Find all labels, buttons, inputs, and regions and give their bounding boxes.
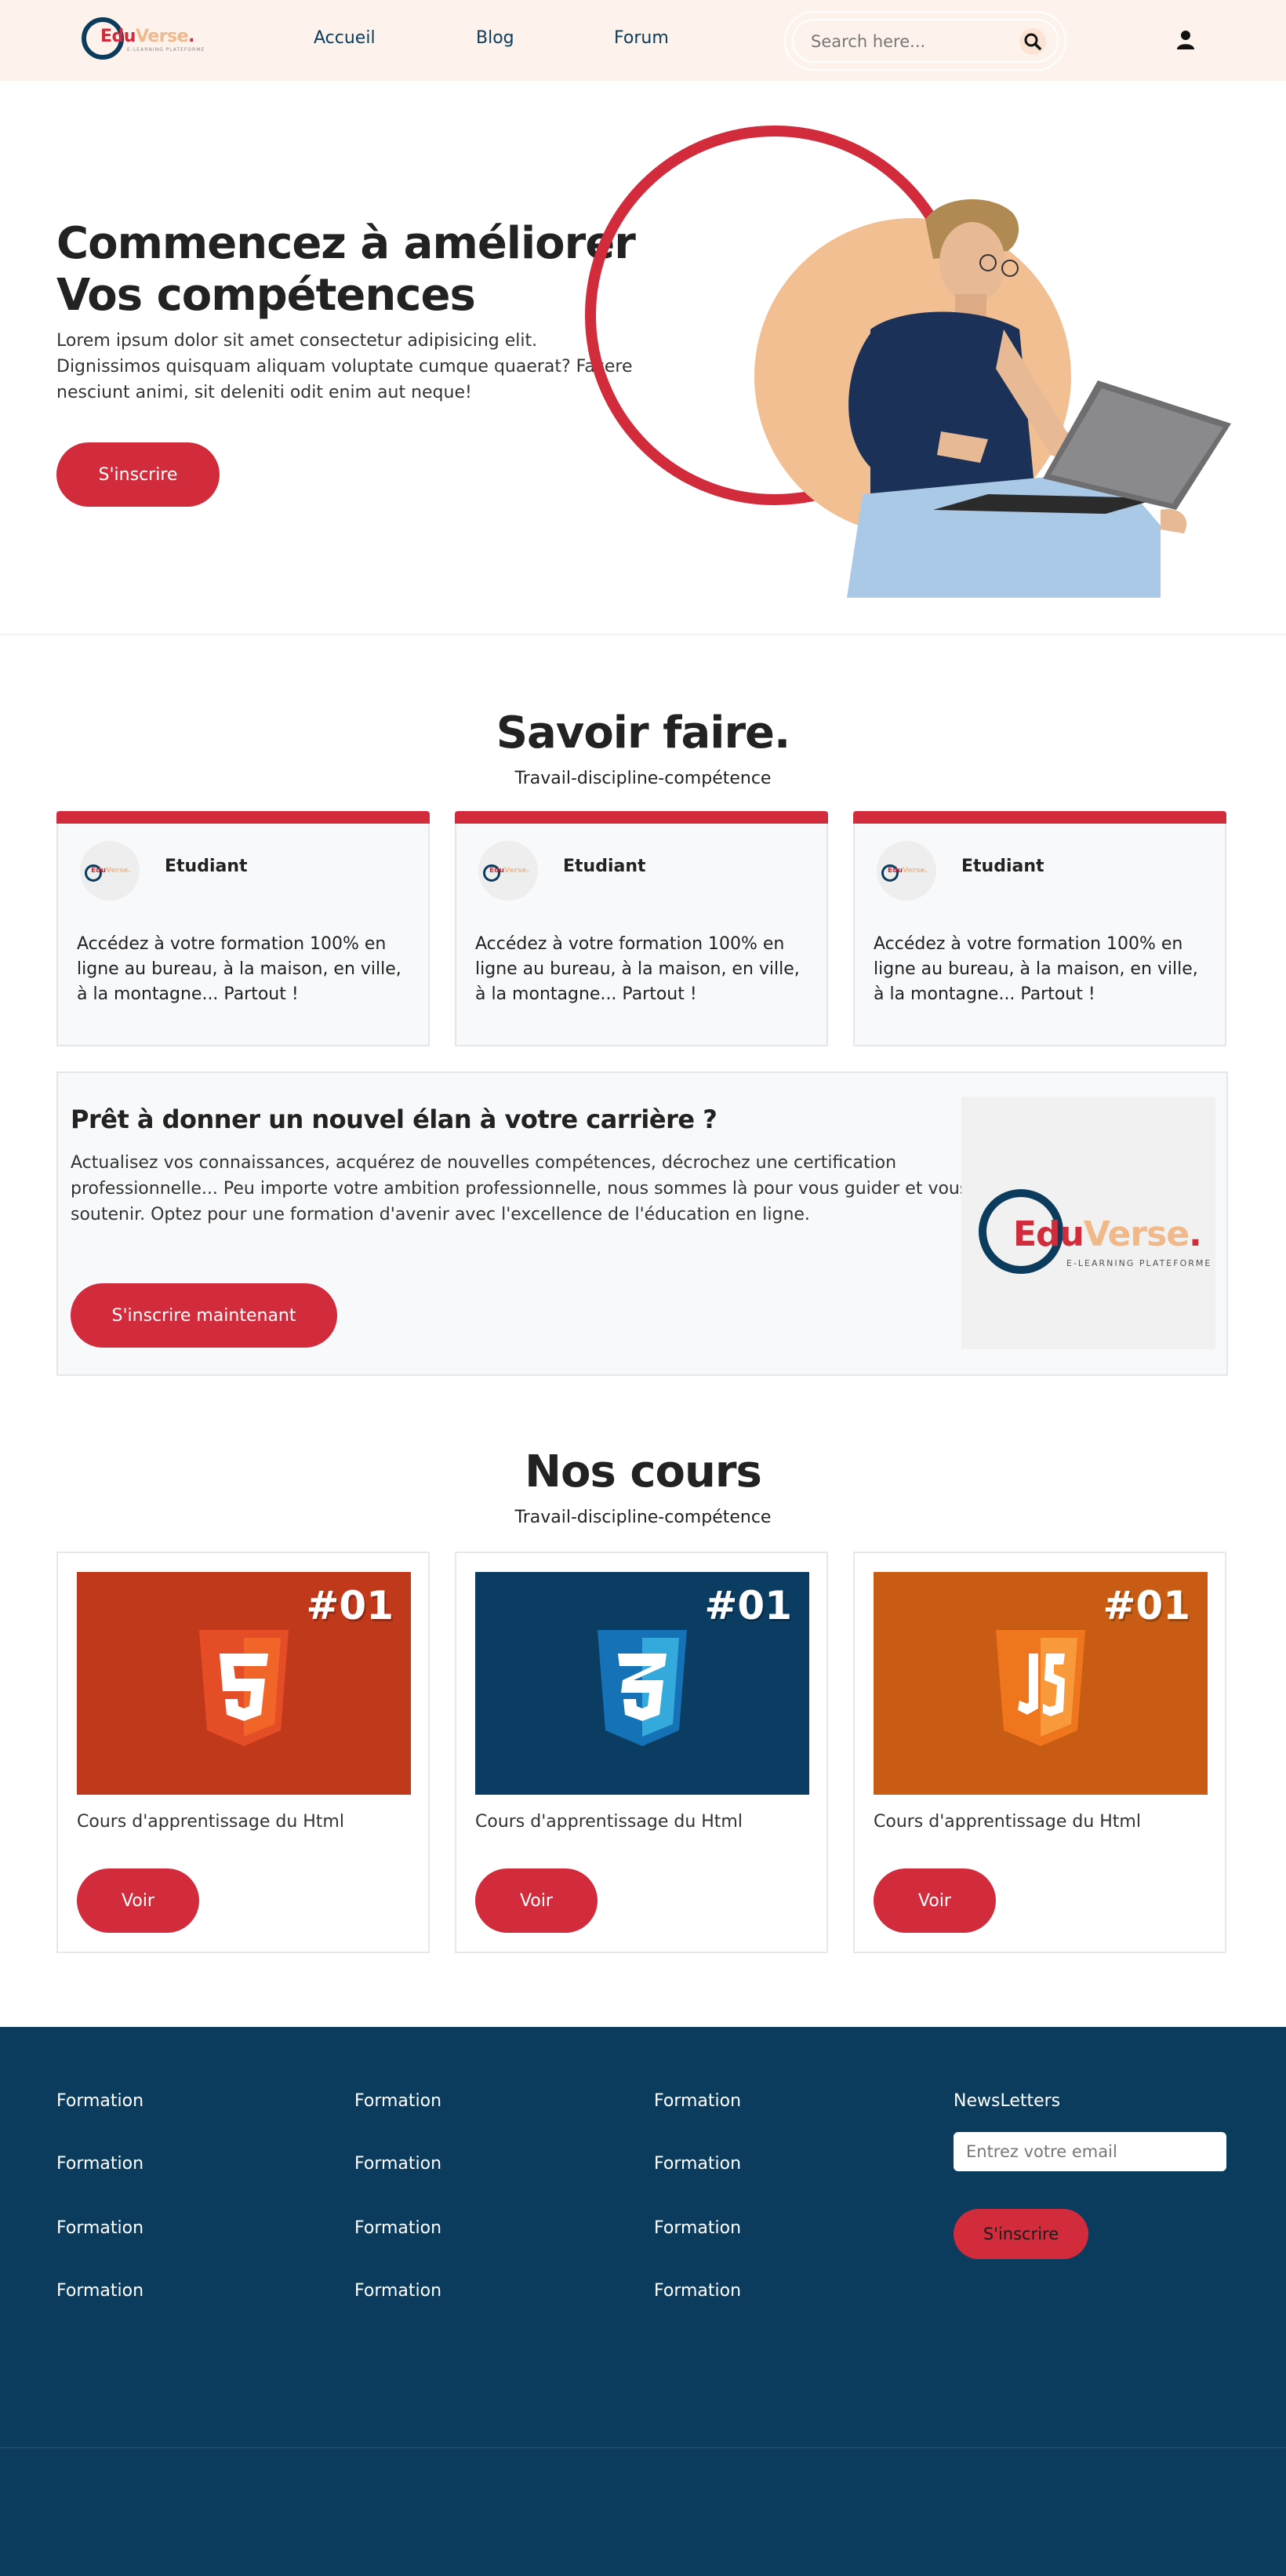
feature-card: EduVerse. Etudiant Accédez à votre forma… — [56, 811, 430, 1046]
course-card: #01 Cours d'apprentissage du Html Voir — [455, 1552, 828, 1953]
course-card: #01 Cours d'apprentissage du Html Voir — [853, 1552, 1226, 1953]
css3-icon — [598, 1630, 687, 1746]
courses-title: Nos cours — [525, 1446, 762, 1497]
avatar: EduVerse. — [80, 841, 140, 901]
footer-link[interactable]: Formation — [56, 2218, 143, 2238]
course-number: #01 — [306, 1583, 394, 1628]
signup-now-button[interactable]: S'inscrire maintenant — [71, 1283, 337, 1348]
footer-link[interactable]: Formation — [654, 2281, 741, 2301]
hero-student-image — [847, 198, 1231, 598]
footer-link[interactable]: Formation — [354, 2281, 441, 2301]
newsletter-signup-button[interactable]: S'inscrire — [954, 2209, 1088, 2259]
feature-card: EduVerse. Etudiant Accédez à votre forma… — [853, 811, 1226, 1046]
js-icon — [996, 1630, 1085, 1746]
feature-card-text: Accédez à votre formation 100% en ligne … — [874, 934, 1198, 1004]
logo-tagline: E-LEARNING PLATEFORME — [127, 47, 205, 53]
feature-card-text: Accédez à votre formation 100% en ligne … — [77, 934, 401, 1004]
career-cta-section: Prêt à donner un nouvel élan à votre car… — [56, 1072, 1228, 1376]
course-title: Cours d'apprentissage du Html — [475, 1812, 743, 1832]
course-thumbnail[interactable]: #01 — [77, 1572, 411, 1795]
feature-card-accent — [56, 811, 430, 824]
footer-link[interactable]: Formation — [354, 2218, 441, 2238]
courses-subtitle: Travail-discipline-compétence — [514, 1508, 772, 1527]
feature-card-name: Etudiant — [563, 857, 646, 876]
feature-card-accent — [455, 811, 828, 824]
nav-link-forum[interactable]: Forum — [614, 28, 669, 48]
cta-description: Actualisez vos connaissances, acquérez d… — [71, 1153, 969, 1224]
footer: Formation Formation Formation Formation … — [0, 2027, 1286, 2576]
course-thumbnail[interactable]: #01 — [874, 1572, 1208, 1795]
savoir-faire-subtitle: Travail-discipline-compétence — [514, 769, 772, 788]
nav-link-accueil[interactable]: Accueil — [314, 28, 376, 48]
course-number: #01 — [704, 1583, 792, 1628]
feature-card: EduVerse. Etudiant Accédez à votre forma… — [455, 811, 828, 1046]
footer-link[interactable]: Formation — [654, 2154, 741, 2174]
feature-card-name: Etudiant — [961, 857, 1044, 876]
view-course-button[interactable]: Voir — [475, 1868, 598, 1933]
course-thumbnail[interactable]: #01 — [475, 1572, 809, 1795]
search-icon — [1024, 33, 1041, 50]
view-course-button[interactable]: Voir — [874, 1868, 996, 1933]
nav-link-blog[interactable]: Blog — [476, 28, 514, 48]
search-input[interactable] — [811, 31, 1007, 53]
savoir-faire-title: Savoir faire. — [496, 708, 791, 759]
hero-description: Lorem ipsum dolor sit amet consectetur a… — [56, 331, 633, 402]
feature-card-text: Accédez à votre formation 100% en ligne … — [475, 934, 800, 1004]
footer-link[interactable]: Formation — [654, 2091, 741, 2111]
course-title: Cours d'apprentissage du Html — [77, 1812, 344, 1832]
newsletter-title: NewsLetters — [954, 2091, 1061, 2111]
newsletter-email-input[interactable] — [954, 2132, 1226, 2171]
footer-link[interactable]: Formation — [56, 2091, 143, 2111]
logo[interactable]: EduVerse. E-LEARNING PLATEFORME — [82, 16, 204, 60]
feature-card-accent — [853, 811, 1226, 824]
logo-text: EduVerse. — [100, 27, 194, 46]
logo-tagline: E-LEARNING PLATEFORME — [1066, 1258, 1212, 1268]
html5-icon — [199, 1630, 289, 1746]
navbar: EduVerse. E-LEARNING PLATEFORME Accueil … — [0, 0, 1286, 81]
footer-link[interactable]: Formation — [56, 2154, 143, 2174]
search-box — [792, 19, 1059, 63]
section-divider — [0, 634, 1286, 635]
avatar: EduVerse. — [478, 841, 538, 901]
cta-title: Prêt à donner un nouvel élan à votre car… — [71, 1104, 717, 1134]
avatar: EduVerse. — [877, 841, 936, 901]
course-title: Cours d'apprentissage du Html — [874, 1812, 1141, 1832]
feature-card-name: Etudiant — [165, 857, 248, 876]
cta-logo-image: EduVerse. E-LEARNING PLATEFORME — [961, 1097, 1215, 1349]
footer-link[interactable]: Formation — [354, 2091, 441, 2111]
footer-link[interactable]: Formation — [654, 2218, 741, 2238]
view-course-button[interactable]: Voir — [77, 1868, 199, 1933]
hero-title: Commencez à améliorer Vos compétences — [56, 218, 636, 321]
search-button[interactable] — [1019, 28, 1046, 55]
logo-text: EduVerse. — [1013, 1214, 1202, 1254]
course-number: #01 — [1103, 1583, 1190, 1628]
user-icon[interactable] — [1176, 30, 1195, 50]
course-card: #01 Cours d'apprentissage du Html Voir — [56, 1552, 430, 1953]
hero-signup-button[interactable]: S'inscrire — [56, 442, 220, 507]
footer-link[interactable]: Formation — [354, 2154, 441, 2174]
footer-divider — [0, 2447, 1286, 2448]
footer-link[interactable]: Formation — [56, 2281, 143, 2301]
